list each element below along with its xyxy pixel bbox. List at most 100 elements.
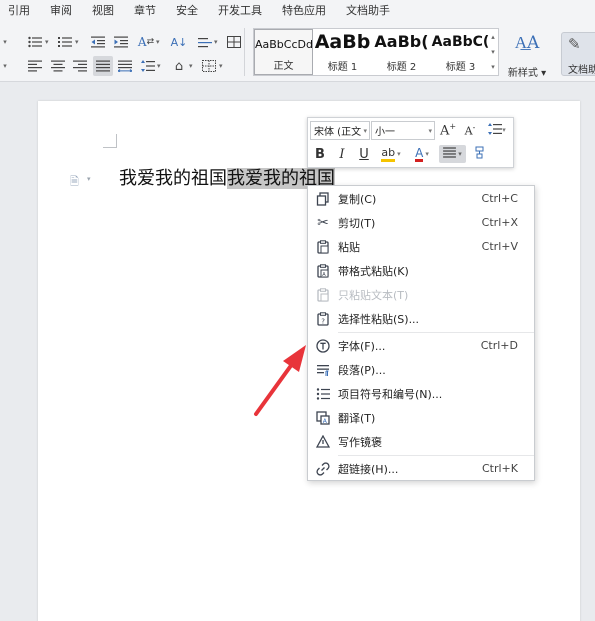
increase-indent-icon[interactable]	[112, 34, 130, 50]
shading-caret[interactable]: ▾	[189, 62, 193, 70]
doc-assistant-label: 文档助	[568, 65, 595, 76]
menu-item-label: 复制(C)	[338, 192, 377, 206]
align-left-icon[interactable]	[26, 58, 44, 74]
shading-icon[interactable]: ⌂	[170, 58, 188, 74]
align-right-icon[interactable]	[71, 58, 89, 74]
menu-item-copy[interactable]: 复制(C) Ctrl+C	[308, 187, 534, 210]
menu-item-shortcut: Ctrl+X	[481, 216, 518, 229]
menu-references[interactable]: 引用	[0, 0, 40, 22]
ribbon-separator	[244, 28, 245, 76]
numbered-list-caret[interactable]: ▾	[75, 38, 79, 46]
menu-item-bullets[interactable]: 项目符号和编号(N)...	[308, 382, 534, 405]
menu-item-paragraph[interactable]: 段落(P)...	[308, 358, 534, 381]
text-direction-icon[interactable]: A ⇄	[137, 34, 155, 50]
menu-item-label: 写作镜褒	[338, 435, 382, 449]
paste-icon	[315, 239, 331, 255]
style-name-normal: 正文	[273, 61, 294, 72]
highlight-caret: ▾	[397, 150, 401, 158]
shrink-font-icon: A-	[464, 122, 476, 138]
expand-styles-icon[interactable]: ▾	[491, 63, 495, 71]
style-heading-1[interactable]: AaBb 标题 1	[313, 29, 372, 75]
show-marks-caret[interactable]: ▾	[214, 38, 218, 46]
style-heading-3[interactable]: AaBbC( 标题 3	[431, 29, 490, 75]
ribbon-overflow-caret[interactable]: ▾	[0, 34, 10, 50]
menu-developer-tools[interactable]: 开发工具	[208, 0, 272, 22]
menu-item-label: 剪切(T)	[338, 216, 376, 230]
menu-item-label: 字体(F)...	[338, 339, 386, 353]
menu-item-label: 项目符号和编号(N)...	[338, 387, 443, 401]
menu-security[interactable]: 安全	[166, 0, 208, 22]
menu-item-paste[interactable]: 粘贴 Ctrl+V	[308, 235, 534, 258]
numbered-list-icon[interactable]	[56, 34, 74, 50]
svg-text:?: ?	[321, 317, 325, 325]
line-spacing-mini-icon	[488, 122, 503, 138]
text-direction-caret[interactable]: ▾	[156, 38, 160, 46]
ribbon-overflow-caret-2[interactable]: ▾	[0, 58, 10, 74]
paste-text-icon	[315, 287, 331, 303]
font-size-select[interactable]: 小一 ▾	[371, 121, 435, 140]
menu-item-label: 粘贴	[338, 240, 360, 254]
align-center-icon[interactable]	[49, 58, 67, 74]
borders-grid-icon[interactable]	[225, 34, 243, 50]
new-style-button[interactable]: A͟A 新样式 ▾	[505, 30, 549, 79]
format-painter-button[interactable]	[469, 145, 489, 163]
chevron-up-icon[interactable]: ▴	[491, 33, 495, 41]
paragraph-handle-icon[interactable]: 🗎	[70, 173, 79, 192]
document-text[interactable]: 我爱我的祖国	[119, 168, 227, 189]
font-size-caret: ▾	[428, 126, 432, 135]
font-name-caret: ▾	[363, 126, 367, 135]
menu-review[interactable]: 审阅	[40, 0, 82, 22]
menu-item-label: 选择性粘贴(S)...	[338, 312, 420, 326]
menu-item-shortcut: Ctrl+K	[481, 462, 518, 475]
italic-button[interactable]: I	[333, 145, 351, 163]
menu-item-translate[interactable]: A 翻译(T)	[308, 406, 534, 429]
paragraph-handle-caret[interactable]: ▾	[87, 175, 91, 183]
menu-item-writing[interactable]: 写作镜褒	[308, 430, 534, 453]
new-style-icon: A͟A	[514, 33, 540, 53]
line-spacing-mini-caret: ▾	[502, 126, 506, 134]
distribute-icon[interactable]	[116, 58, 134, 74]
translate-icon: A	[315, 410, 331, 426]
justify-icon[interactable]	[93, 56, 113, 76]
menu-item-label: 翻译(T)	[338, 411, 376, 425]
font-color-button[interactable]: A ▾	[409, 145, 435, 163]
menu-special-apps[interactable]: 特色应用	[272, 0, 336, 22]
underline-button[interactable]: U	[355, 145, 373, 163]
menu-section[interactable]: 章节	[124, 0, 166, 22]
menu-item-cut[interactable]: ✂ 剪切(T) Ctrl+X	[308, 211, 534, 234]
doc-assistant-button[interactable]: ✎ 文档助	[561, 32, 595, 76]
menu-item-shortcut: Ctrl+D	[480, 339, 518, 352]
style-normal[interactable]: AaBbCcDd 正文	[254, 29, 313, 75]
line-spacing-icon[interactable]	[139, 58, 157, 74]
show-marks-icon[interactable]	[196, 34, 214, 50]
line-spacing-caret[interactable]: ▾	[157, 62, 161, 70]
menu-item-font[interactable]: 字体(F)... Ctrl+D	[308, 334, 534, 357]
borders-caret[interactable]: ▾	[219, 62, 223, 70]
chevron-down-icon[interactable]: ▾	[491, 48, 495, 56]
align-button[interactable]: ▾	[439, 145, 466, 163]
font-color-icon: A	[415, 145, 424, 162]
sort-icon[interactable]: A↓	[170, 34, 188, 50]
menu-doc-assistant[interactable]: 文档助手	[336, 0, 400, 22]
document-text-line[interactable]: 我爱我的祖国我爱我的祖国	[119, 165, 335, 193]
highlight-button[interactable]: ab ▾	[378, 145, 404, 163]
borders-icon[interactable]	[200, 58, 218, 74]
styles-gallery: AaBbCcDd 正文 AaBb 标题 1 AaBb( 标题 2 AaBbC( …	[253, 28, 499, 76]
bold-button[interactable]: B	[311, 145, 329, 163]
paragraph-icon	[315, 362, 331, 378]
bullet-list-icon[interactable]	[26, 34, 44, 50]
menu-item-label: 带格式粘贴(K)	[338, 264, 409, 278]
menu-view[interactable]: 视图	[82, 0, 124, 22]
line-spacing-mini-button[interactable]: ▾	[484, 121, 510, 139]
menu-item-hyperlink[interactable]: 超链接(H)... Ctrl+K	[308, 457, 534, 480]
shrink-font-button[interactable]: A-	[461, 121, 479, 139]
scissors-icon: ✂	[317, 214, 329, 231]
style-preview-heading-2: AaBb(	[374, 32, 429, 51]
decrease-indent-icon[interactable]	[89, 34, 107, 50]
style-heading-2[interactable]: AaBb( 标题 2	[372, 29, 431, 75]
font-name-select[interactable]: 宋体 (正文 ▾	[310, 121, 370, 140]
menu-item-paste-special[interactable]: ? 选择性粘贴(S)...	[308, 307, 534, 330]
menu-item-paste-format[interactable]: A 带格式粘贴(K)	[308, 259, 534, 282]
grow-font-button[interactable]: A+	[439, 121, 457, 139]
bullet-list-caret[interactable]: ▾	[45, 38, 49, 46]
